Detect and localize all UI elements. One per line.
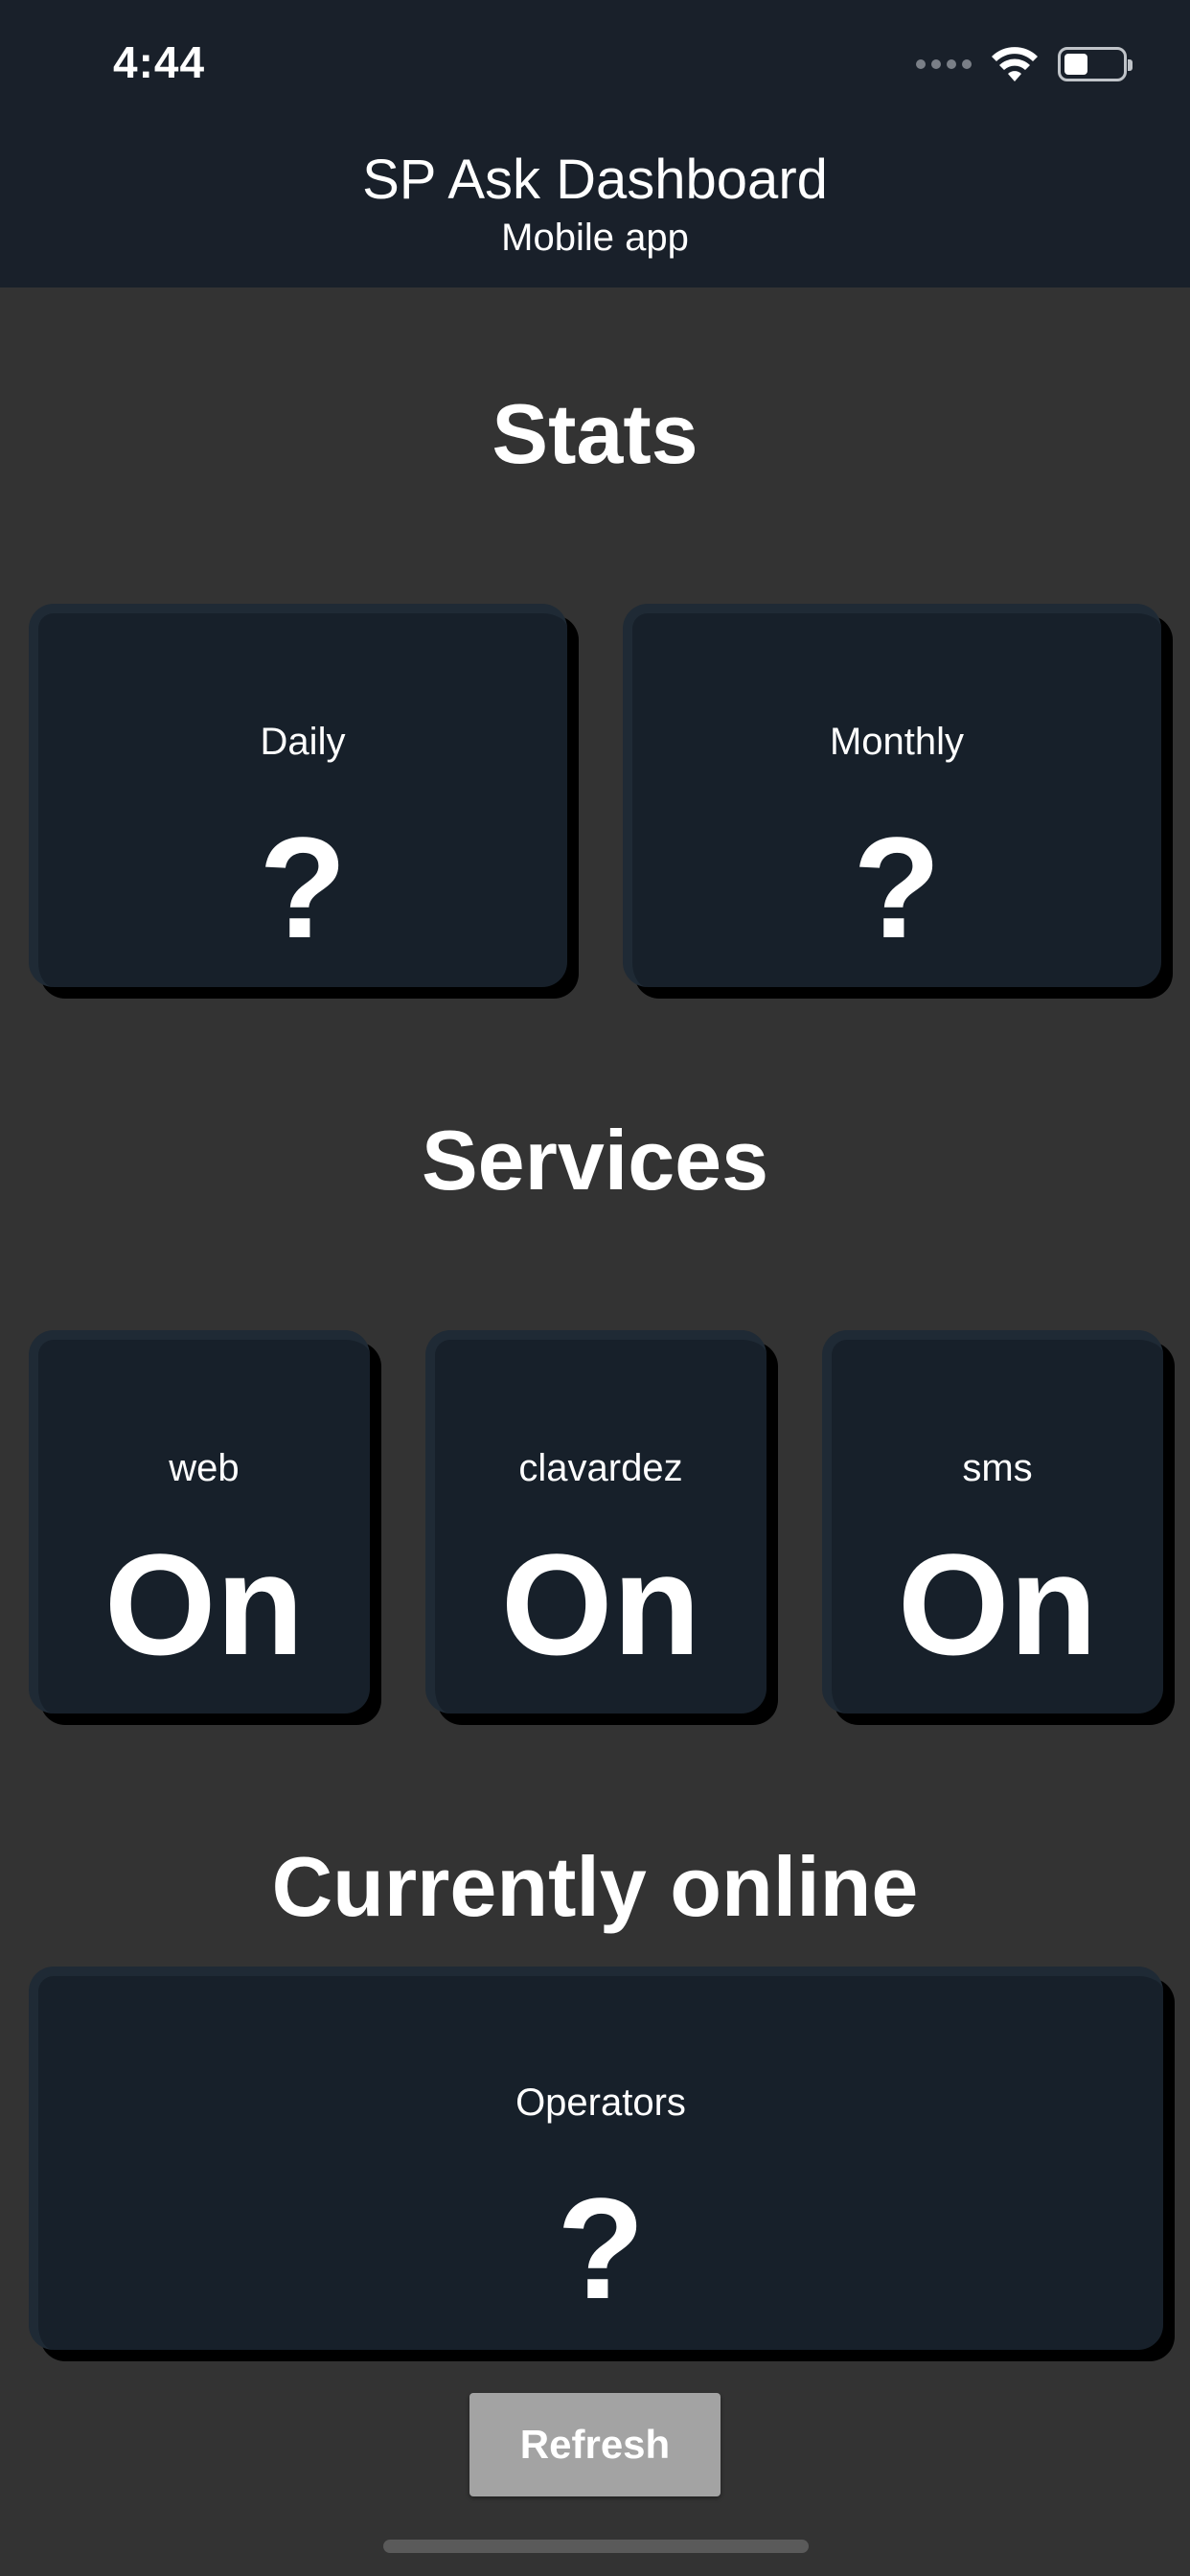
service-label-sms: sms bbox=[962, 1447, 1033, 1489]
status-time: 4:44 bbox=[113, 37, 206, 87]
service-status-clavardez: On bbox=[500, 1524, 701, 1685]
online-heading: Currently online bbox=[271, 1839, 919, 1934]
service-card-sms: sms On bbox=[822, 1330, 1163, 1714]
monthly-value: ? bbox=[853, 807, 941, 968]
operators-value: ? bbox=[557, 2168, 645, 2329]
daily-label: Daily bbox=[260, 721, 346, 763]
refresh-button[interactable]: Refresh bbox=[469, 2393, 721, 2496]
operators-label: Operators bbox=[515, 2082, 686, 2124]
service-status-sms: On bbox=[897, 1524, 1098, 1685]
app-title: SP Ask Dashboard bbox=[362, 149, 828, 211]
daily-stat-card: Daily ? bbox=[29, 604, 567, 987]
wifi-icon bbox=[992, 47, 1038, 81]
app-header: 4:44 SP Ask Dashboard Mobile app bbox=[0, 0, 1190, 288]
service-card-clavardez: clavardez On bbox=[425, 1330, 767, 1714]
signal-icon bbox=[916, 59, 972, 69]
service-label-web: web bbox=[169, 1447, 240, 1489]
app-screen: 4:44 SP Ask Dashboard Mobile app Stats D… bbox=[0, 0, 1190, 2576]
app-subtitle: Mobile app bbox=[501, 217, 689, 259]
stats-heading: Stats bbox=[492, 386, 698, 481]
service-label-clavardez: clavardez bbox=[518, 1447, 683, 1489]
service-status-web: On bbox=[103, 1524, 305, 1685]
battery-level bbox=[1064, 54, 1087, 75]
service-card-web: web On bbox=[29, 1330, 370, 1714]
monthly-stat-card: Monthly ? bbox=[623, 604, 1161, 987]
home-indicator[interactable] bbox=[383, 2540, 809, 2553]
monthly-label: Monthly bbox=[829, 721, 965, 763]
daily-value: ? bbox=[259, 807, 347, 968]
operators-card: Operators ? bbox=[29, 1966, 1163, 2350]
battery-icon bbox=[1058, 47, 1133, 81]
status-icons bbox=[916, 40, 1133, 88]
services-heading: Services bbox=[421, 1113, 769, 1208]
